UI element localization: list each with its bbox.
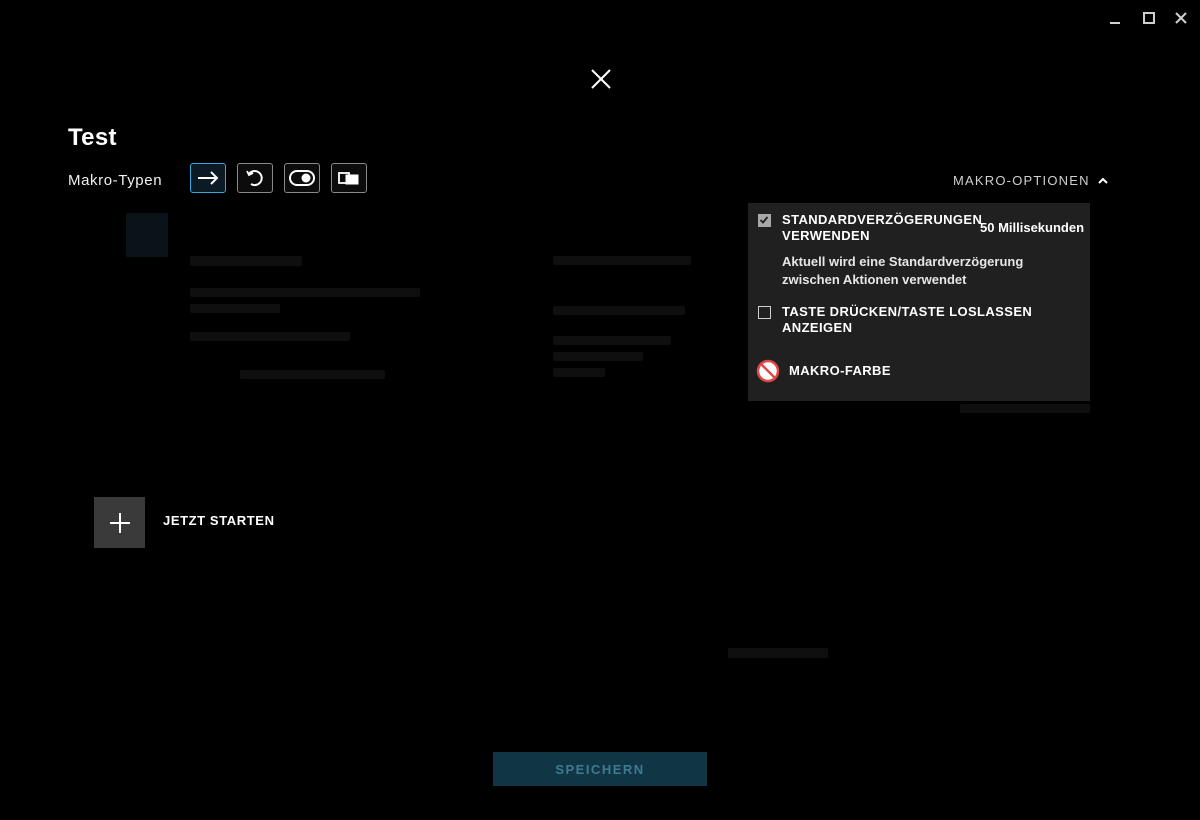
window-close-button[interactable]	[1168, 8, 1194, 28]
macro-options-panel: STANDARDVERZÖGERUNGEN VERWENDEN 50 Milli…	[748, 203, 1090, 401]
background-text-placeholder	[190, 304, 280, 313]
minimize-button[interactable]	[1102, 8, 1128, 28]
macro-options-label: MAKRO-OPTIONEN	[953, 173, 1090, 188]
macro-title: Test	[68, 124, 117, 151]
checkmark-icon	[759, 216, 769, 224]
macro-color-picker[interactable]	[756, 359, 780, 383]
minimize-icon	[1110, 22, 1120, 24]
press-release-label: TASTE DRÜCKEN/TASTE LOSLASSEN ANZEIGEN	[782, 304, 1033, 335]
macro-type-sequence-button[interactable]	[331, 163, 367, 193]
background-text-placeholder	[190, 288, 420, 297]
default-delay-description: Aktuell wird eine Standardverzögerung zw…	[782, 254, 1024, 287]
background-text-placeholder	[553, 352, 643, 361]
maximize-icon	[1143, 12, 1155, 24]
background-text-placeholder	[960, 404, 1090, 413]
macro-type-single-button[interactable]	[190, 163, 226, 193]
sequence-icon	[338, 172, 359, 185]
default-delay-value: 50 Millisekunden	[980, 220, 1085, 235]
macro-types-label: Makro-Typen	[68, 172, 163, 189]
background-text-placeholder	[553, 306, 685, 315]
repeat-icon	[246, 170, 263, 187]
macro-type-toggle-button[interactable]	[284, 163, 320, 193]
close-icon	[1175, 12, 1187, 24]
background-text-placeholder	[553, 256, 691, 265]
macro-options-toggle[interactable]: MAKRO-OPTIONEN	[953, 173, 1108, 188]
background-text-placeholder	[190, 256, 302, 266]
toggle-icon	[289, 170, 315, 186]
macro-color-label: MAKRO-FARBE	[789, 363, 891, 378]
default-delay-label: STANDARDVERZÖGERUNGEN VERWENDEN	[782, 212, 983, 243]
press-release-checkbox[interactable]	[758, 306, 771, 319]
start-now-label[interactable]: JETZT STARTEN	[163, 513, 275, 528]
close-editor-button[interactable]	[586, 64, 616, 94]
start-recording-button[interactable]	[94, 497, 145, 548]
background-text-placeholder	[553, 336, 671, 345]
plus-icon	[109, 512, 130, 533]
no-color-icon	[756, 359, 780, 383]
chevron-up-icon	[1097, 177, 1108, 184]
arrow-right-icon	[198, 171, 219, 185]
background-text-placeholder	[190, 332, 350, 341]
background-text-placeholder	[728, 648, 828, 658]
save-button[interactable]: SPEICHERN	[493, 752, 707, 786]
background-text-placeholder	[240, 370, 385, 379]
macro-type-repeat-button[interactable]	[237, 163, 273, 193]
default-delay-checkbox[interactable]	[758, 214, 771, 227]
background-text-placeholder	[553, 368, 605, 377]
close-icon	[591, 69, 611, 89]
background-thumbnail	[126, 213, 168, 257]
maximize-button[interactable]	[1136, 8, 1162, 28]
